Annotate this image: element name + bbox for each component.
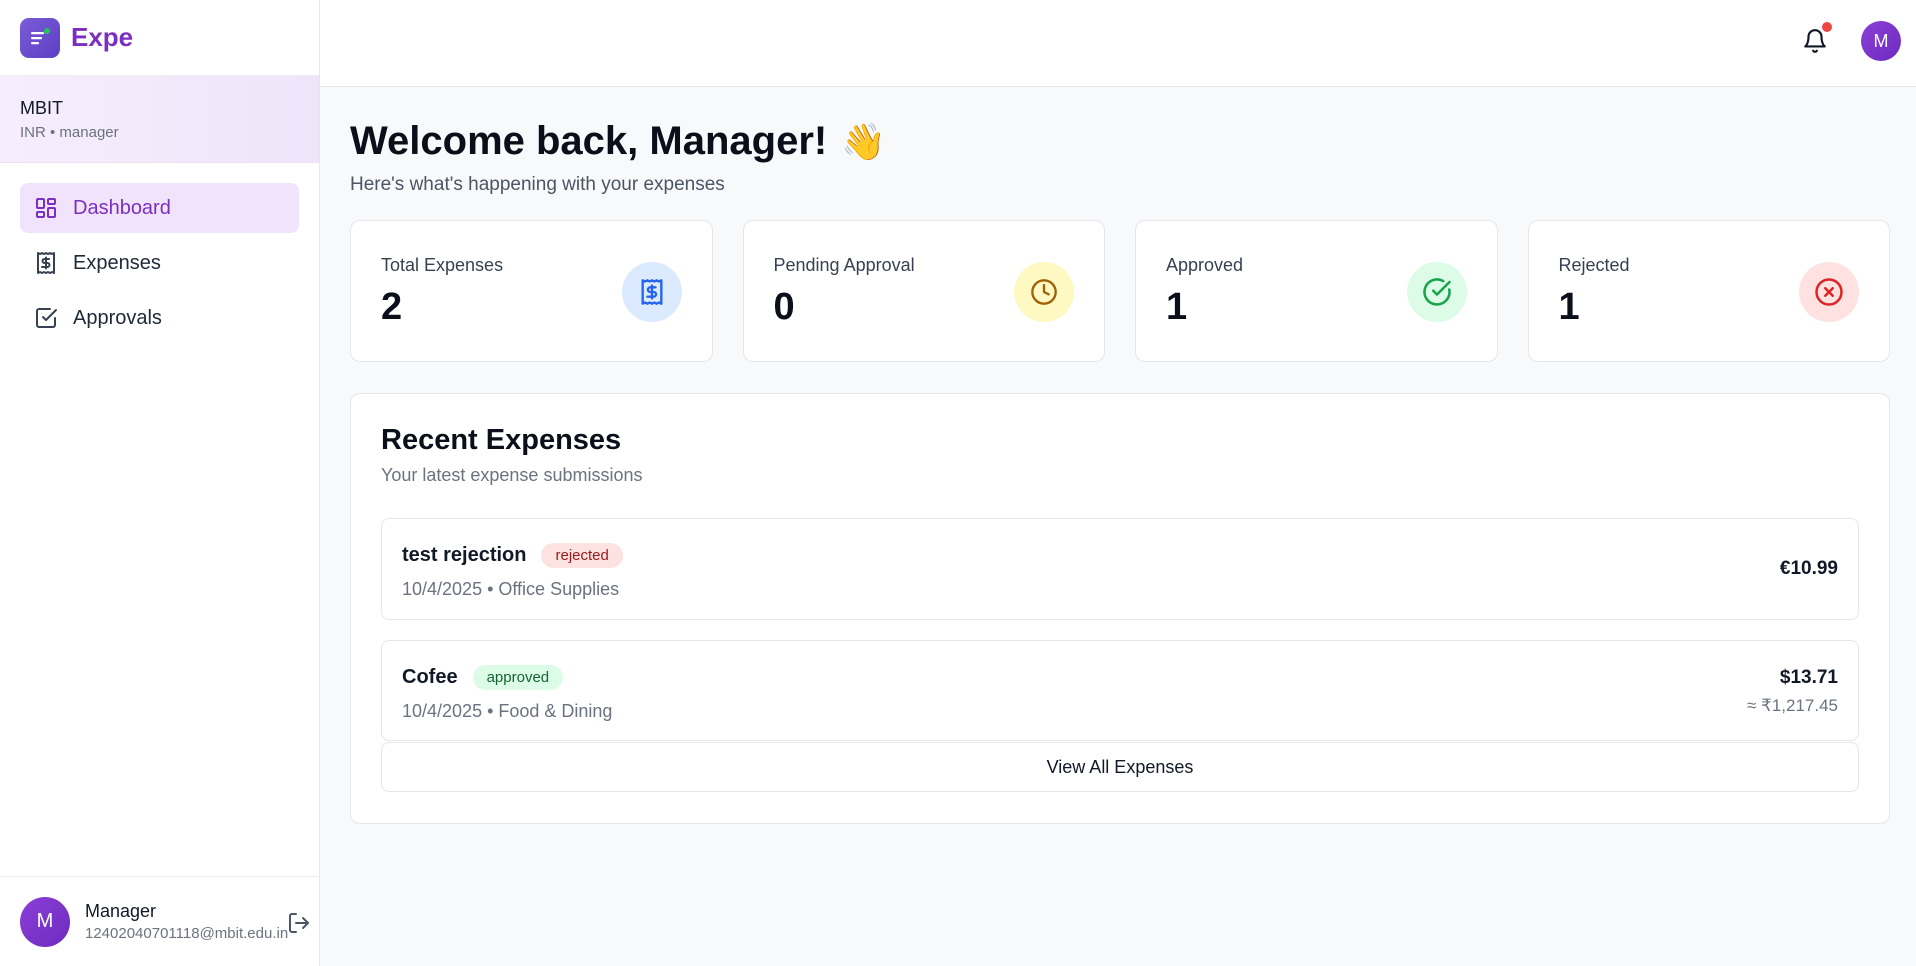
stats-row: Total Expenses 2 Pending Approval 0 Appr…: [350, 220, 1890, 362]
sidebar: Expe MBIT INR • manager Dashboard Expens…: [0, 0, 320, 966]
expense-row[interactable]: Cofee approved 10/4/2025 • Food & Dining…: [381, 640, 1859, 741]
sidebar-item-label: Dashboard: [73, 196, 171, 219]
organization-card: MBIT INR • manager: [0, 76, 319, 163]
stat-card-pending-approval: Pending Approval 0: [742, 220, 1105, 362]
app-logo-icon: [20, 17, 60, 58]
notification-bell-icon[interactable]: [1802, 22, 1832, 58]
brand[interactable]: Expe: [0, 0, 319, 76]
stat-card-approved: Approved 1: [1135, 220, 1498, 362]
user-name: Manager: [85, 901, 157, 921]
clock-icon: [1014, 262, 1074, 322]
stat-card-rejected: Rejected 1: [1527, 220, 1890, 362]
avatar[interactable]: M: [20, 896, 70, 947]
user-profile: M Manager 12402040701118@mbit.edu.in: [0, 876, 320, 966]
expense-name: Cofee: [402, 666, 458, 688]
receipt-icon: [621, 262, 682, 322]
user-avatar-button[interactable]: M: [1861, 21, 1901, 61]
expense-meta: 10/4/2025 • Office Supplies: [402, 579, 620, 599]
expense-header: test rejection rejected: [402, 543, 1858, 568]
check-square-icon: [34, 306, 58, 330]
x-circle-icon: [1799, 262, 1859, 322]
waving-hand-emoji: 👋: [841, 120, 887, 162]
expense-header: Cofee approved: [402, 665, 1858, 690]
page-title: Welcome back, Manager! 👋: [350, 119, 1890, 164]
status-badge: approved: [472, 665, 564, 690]
brand-name: Expe: [71, 22, 134, 52]
sidebar-item-dashboard[interactable]: Dashboard: [20, 183, 299, 233]
sidebar-item-label: Expenses: [73, 251, 161, 274]
dashboard-icon: [34, 196, 58, 220]
logout-icon[interactable]: [287, 911, 311, 935]
expense-amount: $13.71: [1779, 667, 1838, 688]
status-badge: rejected: [541, 543, 623, 568]
receipt-icon: [34, 251, 58, 275]
recent-expenses-card: Recent Expenses Your latest expense subm…: [350, 393, 1890, 824]
notification-dot: [1822, 22, 1832, 32]
user-info: Manager 12402040701118@mbit.edu.in: [85, 901, 288, 942]
stat-card-total-expenses: Total Expenses 2: [350, 220, 713, 362]
user-email: 12402040701118@mbit.edu.in: [85, 925, 289, 942]
section-title: Recent Expenses: [381, 424, 622, 456]
expense-meta: 10/4/2025 • Food & Dining: [402, 701, 613, 721]
expense-name: test rejection: [402, 544, 527, 566]
sidebar-item-approvals[interactable]: Approvals: [20, 293, 299, 343]
sidebar-item-label: Approvals: [73, 306, 162, 329]
welcome-text: Welcome back, Manager!: [350, 119, 828, 163]
main-content: Welcome back, Manager! 👋 Here's what's h…: [350, 87, 1890, 824]
expense-list: test rejection rejected 10/4/2025 • Offi…: [381, 518, 1859, 792]
page-subtitle: Here's what's happening with your expens…: [350, 174, 725, 195]
sidebar-nav: Dashboard Expenses Approvals: [0, 163, 319, 343]
org-name: MBIT: [20, 98, 63, 118]
section-subtitle: Your latest expense submissions: [381, 465, 643, 485]
expense-amount: €10.99: [1779, 558, 1838, 579]
expense-converted-amount: ≈ ₹1,217.45: [1746, 696, 1838, 715]
sidebar-item-expenses[interactable]: Expenses: [20, 238, 299, 288]
topbar: M: [320, 0, 1916, 87]
check-circle-icon: [1406, 262, 1467, 322]
view-all-expenses-button[interactable]: View All Expenses: [381, 742, 1859, 792]
org-currency-role: INR • manager: [20, 124, 119, 141]
expense-row[interactable]: test rejection rejected 10/4/2025 • Offi…: [381, 518, 1859, 620]
